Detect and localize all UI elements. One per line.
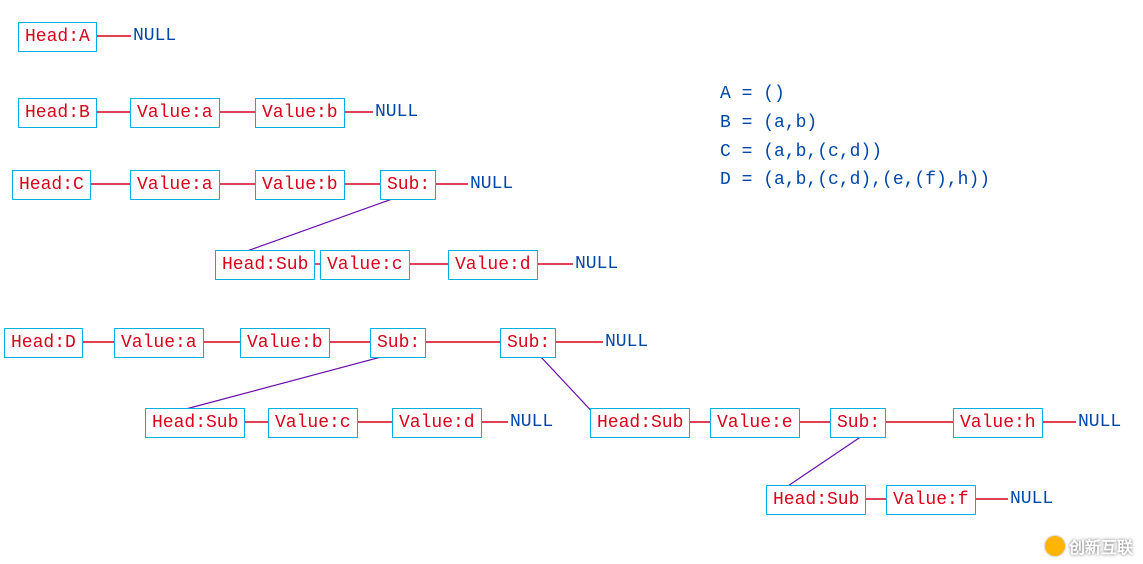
null-D-s1: NULL [510, 412, 553, 432]
null-D-s2: NULL [1078, 412, 1121, 432]
node-D-s1-v1: Value:c [268, 408, 358, 438]
node-D-s2-v1: Value:e [710, 408, 800, 438]
node-D-s2s-head: Head:Sub [766, 485, 866, 515]
node-C-head: Head:C [12, 170, 91, 200]
null-C-sub: NULL [575, 254, 618, 274]
legend-block: A = ()B = (a,b)C = (a,b,(c,d))D = (a,b,(… [720, 80, 990, 195]
node-C-sub-head: Head:Sub [215, 250, 315, 280]
null-C: NULL [470, 174, 513, 194]
node-D-s2-sub: Sub: [830, 408, 886, 438]
node-C-v1: Value:a [130, 170, 220, 200]
watermark-text: 创新互联 [1069, 534, 1133, 558]
node-D-s2-v2: Value:h [953, 408, 1043, 438]
node-D-head: Head:D [4, 328, 83, 358]
node-D-s1-v2: Value:d [392, 408, 482, 438]
node-D-s1-head: Head:Sub [145, 408, 245, 438]
node-B-v2: Value:b [255, 98, 345, 128]
node-D-v2: Value:b [240, 328, 330, 358]
node-B-head: Head:B [18, 98, 97, 128]
null-B: NULL [375, 102, 418, 122]
null-D: NULL [605, 332, 648, 352]
node-C-sub: Sub: [380, 170, 436, 200]
node-B-v1: Value:a [130, 98, 220, 128]
watermark-icon [1045, 536, 1065, 556]
node-D-v1: Value:a [114, 328, 204, 358]
null-A: NULL [133, 26, 176, 46]
node-D-sub2: Sub: [500, 328, 556, 358]
node-C-v2: Value:b [255, 170, 345, 200]
null-D-s2s: NULL [1010, 489, 1053, 509]
node-D-s2s-v1: Value:f [886, 485, 976, 515]
node-D-s2-head: Head:Sub [590, 408, 690, 438]
watermark: 创新互联 [1045, 534, 1133, 558]
node-A-head: Head:A [18, 22, 97, 52]
node-C-sub-v1: Value:c [320, 250, 410, 280]
node-D-sub1: Sub: [370, 328, 426, 358]
node-C-sub-v2: Value:d [448, 250, 538, 280]
